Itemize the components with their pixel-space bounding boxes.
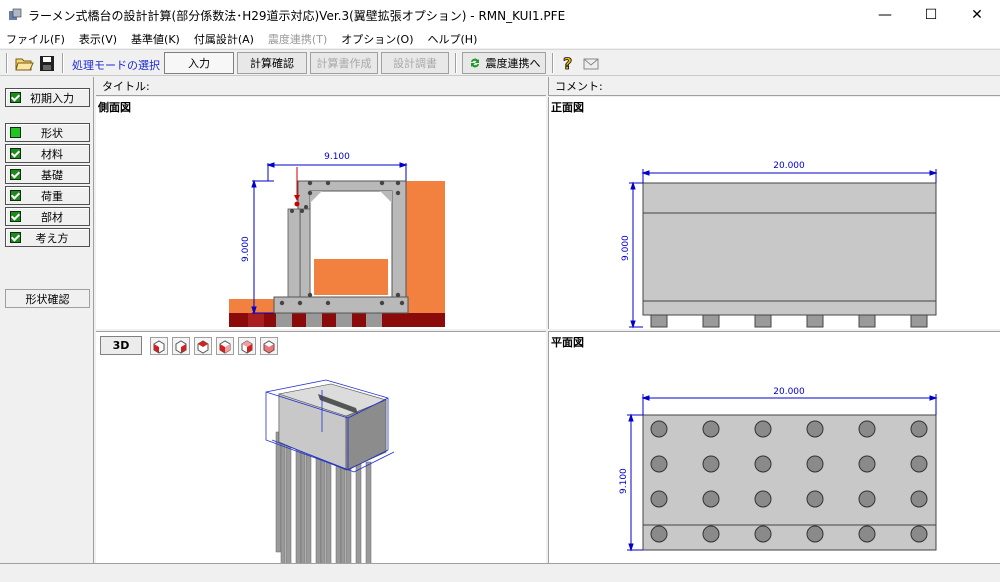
- title-bar: ラーメン式橋台の設計計算(部分係数法･H29道示対応)Ver.3(翼壁拡張オプシ…: [0, 0, 1000, 30]
- seismic-link-label: 震度連携へ: [485, 57, 541, 70]
- initial-input-button[interactable]: 初期入力: [5, 88, 90, 107]
- menu-seismic-link[interactable]: 震度連携(T): [268, 31, 327, 47]
- plan-view-pane[interactable]: 平面図 20.000 9.100: [548, 331, 1000, 563]
- toolbar-separator: [455, 53, 457, 73]
- plan-view-drawing: 20.000 9.100: [619, 387, 938, 552]
- input-mode-label: 入力: [188, 57, 210, 70]
- left-sidebar: 初期入力 形状 材料 基礎 荷重 部材 考え方 形状確認: [0, 77, 94, 563]
- width-dimension: [266, 162, 408, 181]
- menu-help[interactable]: ヘルプ(H): [428, 31, 478, 47]
- toolbar: 処理モードの選択 入力 計算確認 計算書作成 設計調書 震度連携へ ?: [0, 49, 1000, 76]
- menu-options[interactable]: オプション(O): [341, 31, 413, 47]
- sidebar-item-label: 考え方: [35, 231, 69, 245]
- shape-check-label: 形状確認: [25, 292, 70, 306]
- calc-check-button[interactable]: 計算確認: [237, 52, 307, 74]
- app-window: ラーメン式橋台の設計計算(部分係数法･H29道示対応)Ver.3(翼壁拡張オプシ…: [0, 0, 1000, 582]
- app-icon: [8, 8, 22, 22]
- seismic-link-button[interactable]: 震度連携へ: [462, 52, 546, 74]
- report-create-label: 計算書作成: [316, 57, 372, 70]
- folder-open-icon: [15, 58, 34, 71]
- mail-icon: [583, 58, 599, 70]
- close-icon: ✕: [971, 7, 983, 23]
- mail-button[interactable]: [581, 52, 601, 74]
- front-height-value: 9.000: [621, 235, 631, 261]
- sidebar-item-concept[interactable]: 考え方: [5, 228, 90, 247]
- menu-view[interactable]: 表示(V): [79, 31, 117, 47]
- maximize-icon: ☐: [924, 7, 938, 23]
- menu-bar: ファイル(F) 表示(V) 基準値(K) 付属設計(A) 震度連携(T) オプシ…: [0, 30, 1000, 48]
- checked-icon: [10, 232, 21, 243]
- front-view-pane[interactable]: 正面図 20.000 9.000: [548, 97, 1000, 329]
- checked-icon: [10, 211, 21, 222]
- sidebar-item-member[interactable]: 部材: [5, 207, 90, 226]
- title-header: タイトル:: [96, 77, 546, 96]
- plan-footing: [642, 414, 937, 551]
- close-button[interactable]: ✕: [954, 0, 1000, 30]
- plan-width-dimension: [641, 394, 938, 415]
- design-doc-button[interactable]: 設計調書: [381, 52, 449, 74]
- front-width-value: 20.000: [773, 161, 805, 171]
- toolbar-separator: [552, 53, 554, 73]
- maximize-button[interactable]: ☐: [908, 0, 954, 30]
- svg-text:?: ?: [563, 54, 572, 73]
- side-height-value: 9.000: [241, 236, 251, 262]
- sidebar-item-shape[interactable]: 形状: [5, 123, 90, 142]
- mode-select-label: 処理モードの選択: [72, 59, 160, 72]
- checked-icon: [10, 92, 21, 103]
- refresh-icon: [470, 58, 479, 68]
- fill-soil: [314, 259, 388, 295]
- pile-heads: [650, 314, 928, 328]
- height-dimension: [251, 179, 274, 315]
- sidebar-item-material[interactable]: 材料: [5, 144, 90, 163]
- plan-width-value: 20.000: [773, 387, 805, 397]
- save-button[interactable]: [38, 52, 56, 74]
- sidebar-item-label: 材料: [41, 147, 63, 161]
- help-button[interactable]: ?: [559, 52, 577, 74]
- checked-icon: [10, 190, 21, 201]
- checked-icon: [10, 148, 21, 159]
- shape-check-button[interactable]: 形状確認: [5, 289, 90, 308]
- model-3d-drawing: [265, 379, 395, 563]
- menu-standard[interactable]: 基準値(K): [131, 31, 180, 47]
- save-icon: [40, 56, 54, 71]
- comment-header: コメント:: [548, 77, 1000, 96]
- comment-label: コメント:: [555, 80, 603, 93]
- title-label: タイトル:: [102, 80, 150, 93]
- sidebar-item-foundation[interactable]: 基礎: [5, 165, 90, 184]
- backfill-soil: [404, 181, 445, 313]
- design-doc-label: 設計調書: [393, 57, 437, 70]
- minimize-button[interactable]: —: [862, 0, 908, 30]
- sidebar-item-label: 部材: [41, 210, 63, 224]
- sidebar-item-label: 基礎: [41, 168, 63, 182]
- calc-check-label: 計算確認: [250, 57, 294, 70]
- checked-icon: [10, 169, 21, 180]
- front-width-dimension: [641, 169, 938, 183]
- open-file-button[interactable]: [14, 52, 34, 74]
- side-width-value: 9.100: [324, 152, 350, 162]
- minimize-icon: —: [878, 7, 892, 23]
- toolbar-separator: [62, 53, 64, 73]
- footing: [273, 296, 409, 314]
- toolbar-grip: [6, 53, 8, 73]
- menu-attached-design[interactable]: 付属設計(A): [194, 31, 254, 47]
- front-view-drawing: 20.000 9.000: [621, 161, 938, 329]
- view-3d-pane[interactable]: 3D: [96, 331, 546, 563]
- front-height-dimension: [629, 181, 643, 329]
- side-view-pane[interactable]: 側面図 9.100 9.000: [96, 97, 546, 329]
- menu-file[interactable]: ファイル(F): [6, 31, 65, 47]
- side-view-drawing: 9.100 9.000: [229, 152, 445, 327]
- sidebar-item-load[interactable]: 荷重: [5, 186, 90, 205]
- plan-height-value: 9.100: [619, 468, 629, 494]
- plan-height-dimension: [627, 413, 643, 552]
- status-square-icon: [10, 127, 21, 138]
- sidebar-item-label: 荷重: [41, 189, 63, 203]
- window-title: ラーメン式橋台の設計計算(部分係数法･H29道示対応)Ver.3(翼壁拡張オプシ…: [28, 8, 566, 23]
- sidebar-item-label: 形状: [41, 126, 63, 140]
- initial-input-label: 初期入力: [30, 91, 74, 105]
- front-wall: [642, 182, 937, 316]
- report-create-button[interactable]: 計算書作成: [310, 52, 378, 74]
- status-bar: [0, 563, 1000, 582]
- help-question-icon: ?: [563, 54, 573, 74]
- input-mode-button[interactable]: 入力: [164, 52, 234, 74]
